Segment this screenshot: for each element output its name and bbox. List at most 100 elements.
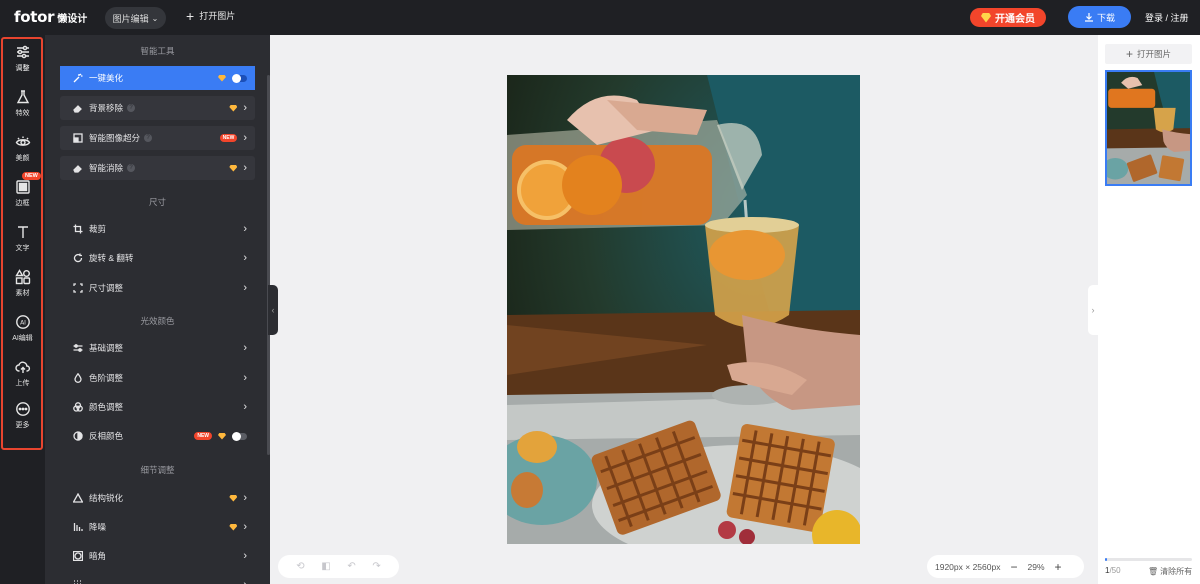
edited-photo[interactable]	[507, 75, 860, 544]
image-count-total: /50	[1109, 566, 1121, 575]
mode-dropdown[interactable]: 图片编辑 ⌄	[105, 7, 166, 29]
rail-label: 边框	[15, 200, 30, 207]
section-title-size: 尺寸	[148, 197, 166, 207]
logo-text: fotor	[14, 8, 55, 26]
invert-icon	[73, 431, 83, 441]
image-count: 1/50	[1105, 566, 1121, 575]
rotate-icon	[73, 253, 83, 263]
zoom-in-button[interactable]: +	[1055, 560, 1062, 574]
section-title-light: 光效颜色	[140, 316, 175, 326]
help-icon[interactable]: ?	[144, 134, 153, 142]
rail-item-upload[interactable]: 上传	[0, 359, 45, 399]
help-icon[interactable]: ?	[127, 104, 136, 112]
image-count-progress	[1105, 558, 1192, 561]
tool-levels[interactable]: 色阶调整 ›	[60, 366, 255, 390]
flask-icon	[16, 90, 29, 104]
tool-bg-remove[interactable]: 背景移除 ? ›	[60, 96, 255, 120]
undo-icon[interactable]: ↶	[347, 561, 355, 572]
rail-item-ai-edit[interactable]: AI AI编辑	[0, 314, 45, 354]
tool-label: 颜色调整	[89, 402, 124, 412]
premium-gem-icon	[218, 432, 226, 440]
new-badge: NEW	[22, 172, 41, 180]
help-icon[interactable]: ?	[127, 164, 136, 172]
droplet-icon	[73, 372, 83, 383]
chevron-right-icon: ›	[1091, 305, 1095, 315]
upload-cloud-icon	[14, 361, 30, 373]
color-circles-icon	[73, 402, 83, 412]
rail-label: 美颜	[15, 155, 30, 162]
tool-label: 旋转 & 翻转	[89, 253, 134, 263]
rail-item-text[interactable]: 文字	[0, 224, 45, 264]
history-toolbar: ⟲ ◧ ↶ ↷	[278, 555, 399, 578]
rail-item-more[interactable]: 更多	[0, 401, 45, 441]
tool-label: 智能图像超分	[89, 133, 141, 143]
vip-button[interactable]: 开通会员	[970, 8, 1046, 27]
add-image-button[interactable]: + 打开图片	[1105, 44, 1192, 64]
eraser-icon	[73, 103, 83, 113]
new-badge: NEW	[219, 134, 238, 142]
left-tool-rail: 调整 特效 美颜 NEW 边框 文字 素材 AI AI编辑 上传 更多	[0, 35, 45, 584]
tool-label: 色阶调整	[89, 373, 124, 383]
tool-invert-color[interactable]: 反相颜色 NEW	[60, 424, 255, 448]
plus-icon: +	[1125, 47, 1133, 61]
rail-item-elements[interactable]: 素材	[0, 269, 45, 309]
tool-super-resolution[interactable]: 智能图像超分 ? NEW ›	[60, 126, 255, 150]
tool-rotate-flip[interactable]: 旋转 & 翻转 ›	[60, 246, 255, 270]
compare-icon[interactable]: ◧	[321, 561, 330, 572]
rail-item-frame[interactable]: NEW 边框	[0, 172, 45, 219]
premium-gem-icon	[229, 104, 238, 112]
chevron-right-icon: ›	[243, 521, 247, 533]
tool-smart-erase[interactable]: 智能消除 ? ›	[60, 156, 255, 180]
tool-structure-sharpen[interactable]: 结构锐化 ›	[60, 486, 255, 510]
redo-icon[interactable]: ↷	[372, 561, 380, 572]
tool-color-adjust[interactable]: 颜色调整 ›	[60, 395, 255, 419]
collapse-panel-handle[interactable]: ‹	[268, 285, 278, 335]
sliders-icon	[16, 45, 29, 59]
chevron-down-icon: ⌄	[151, 13, 159, 23]
tool-basic-adjust[interactable]: 基础调整 ›	[60, 336, 255, 360]
open-image-button[interactable]: + 打开图片	[186, 9, 235, 23]
eraser-icon	[73, 163, 83, 173]
zoom-level: 29%	[1027, 561, 1045, 572]
tool-one-click-beautify[interactable]: 一键美化	[60, 66, 255, 90]
tool-vignette[interactable]: 暗角 ›	[60, 544, 255, 568]
rail-item-effects[interactable]: 特效	[0, 89, 45, 129]
zoom-out-button[interactable]: −	[1010, 560, 1017, 574]
svg-text:AI: AI	[20, 319, 26, 326]
chevron-right-icon: ›	[243, 162, 247, 174]
eye-icon	[15, 136, 30, 146]
right-image-panel: + 打开图片 1/50 🗑 清除所有	[1098, 35, 1200, 584]
tool-resize[interactable]: 尺寸调整 ›	[60, 276, 255, 300]
invert-toggle[interactable]	[232, 431, 247, 441]
download-button[interactable]: 下载	[1068, 6, 1131, 28]
vip-label: 开通会员	[995, 14, 1035, 25]
zoom-toolbar: 1920px × 2560px − 29% +	[927, 555, 1084, 578]
chevron-right-icon: ›	[243, 132, 247, 144]
login-register-link[interactable]: 登录 / 注册	[1145, 11, 1189, 24]
progress-fill	[1105, 558, 1107, 561]
triangle-icon	[72, 492, 84, 503]
chevron-right-icon: ›	[243, 580, 247, 584]
tool-crop[interactable]: 裁剪 ›	[60, 217, 255, 241]
chevron-right-icon: ›	[243, 492, 247, 504]
magic-wand-icon	[73, 73, 83, 83]
resize-icon	[73, 283, 83, 293]
one-click-toggle[interactable]	[232, 73, 247, 83]
chevron-right-icon: ›	[243, 401, 247, 413]
tool-denoise[interactable]: 降噪 ›	[60, 515, 255, 539]
logo-subtext: 懒设计	[57, 14, 88, 25]
history-icon[interactable]: ⟲	[296, 561, 304, 572]
tool-label: 结构锐化	[89, 493, 124, 503]
expand-right-panel-handle[interactable]: ›	[1088, 285, 1098, 335]
clear-all-label: 清除所有	[1160, 567, 1193, 576]
image-thumbnail[interactable]	[1105, 70, 1192, 186]
tool-partial[interactable]: ›	[60, 573, 255, 584]
rail-label: 更多	[15, 422, 30, 429]
tool-label: 智能消除	[89, 163, 124, 173]
premium-gem-icon	[229, 494, 238, 502]
download-icon	[1084, 13, 1093, 22]
clear-all-button[interactable]: 🗑 清除所有	[1148, 566, 1192, 577]
rail-item-adjust[interactable]: 调整	[0, 44, 45, 84]
rail-item-beauty[interactable]: 美颜	[0, 134, 45, 174]
fotor-logo[interactable]: fotor 懒设计	[14, 8, 87, 26]
